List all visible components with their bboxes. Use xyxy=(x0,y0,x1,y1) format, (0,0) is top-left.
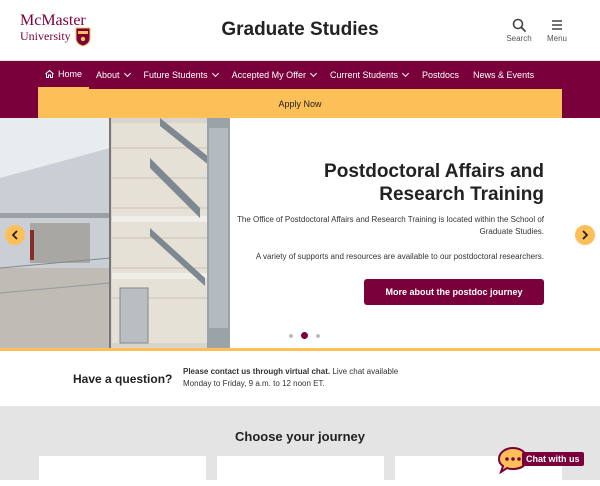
chat-info-bold: Please contact us through virtual chat. xyxy=(183,367,331,376)
carousel-dot-active[interactable] xyxy=(301,332,308,339)
chevron-left-icon xyxy=(11,230,18,240)
menu-label: Menu xyxy=(546,34,567,43)
journey-card[interactable] xyxy=(39,456,206,486)
hamburger-icon xyxy=(552,20,562,30)
nav-item-accepted-my-offer[interactable]: Accepted My Offer xyxy=(225,61,323,89)
nav-item-label: About xyxy=(96,70,120,80)
building-interior-image xyxy=(0,118,230,348)
hero-title: Postdoctoral Affairs and Research Traini… xyxy=(324,161,544,205)
site-header: McMaster University Graduate Studies Sea… xyxy=(0,0,600,61)
home-icon xyxy=(45,70,54,78)
nav-item-label: Accepted My Offer xyxy=(231,70,306,80)
journey-card[interactable] xyxy=(217,456,384,486)
apply-now-button[interactable]: Apply Now xyxy=(38,89,562,118)
chevron-down-icon xyxy=(211,69,219,78)
search-button[interactable]: Search xyxy=(499,18,539,43)
nav-item-label: Future Students xyxy=(143,70,208,80)
chat-info-rest: Live chat available xyxy=(330,367,399,376)
nav-item-postdocs[interactable]: Postdocs xyxy=(415,61,466,89)
postdoc-journey-button[interactable]: More about the postdoc journey xyxy=(364,279,544,305)
question-title: Have a question? xyxy=(73,372,173,386)
carousel-next-button[interactable] xyxy=(575,225,595,245)
nav-items: Home About Future Students Accepted My O… xyxy=(38,61,541,89)
hero-paragraph: A variety of supports and resources are … xyxy=(255,252,544,261)
menu-button[interactable]: Menu xyxy=(537,18,577,43)
crest-icon xyxy=(75,27,91,47)
chat-info-line1: Please contact us through virtual chat. … xyxy=(183,367,398,376)
nav-item-about[interactable]: About xyxy=(89,61,137,89)
site-title[interactable]: Graduate Studies xyxy=(150,19,450,41)
chevron-right-icon xyxy=(582,230,589,240)
chevron-down-icon xyxy=(309,69,318,78)
nav-item-label: Current Students xyxy=(329,70,399,80)
nav-item-home[interactable]: Home xyxy=(38,61,90,89)
carousel-dot[interactable] xyxy=(316,333,320,338)
search-label: Search xyxy=(506,34,532,43)
hero-paragraph: The Office of Postdoctoral Affairs and R… xyxy=(237,215,544,236)
carousel-dot[interactable] xyxy=(289,333,293,338)
carousel-prev-button[interactable] xyxy=(5,225,25,245)
search-icon xyxy=(512,18,526,32)
logo-line2: University xyxy=(20,29,71,43)
hero-photo xyxy=(0,118,230,348)
nav-item-future-students[interactable]: Future Students xyxy=(137,61,225,89)
chat-widget[interactable]: Chat with us xyxy=(498,446,592,474)
chat-label: Chat with us xyxy=(522,452,584,466)
nav-item-label: News & Events xyxy=(473,70,535,80)
nav-item-news-events[interactable]: News & Events xyxy=(466,61,541,89)
carousel-dots xyxy=(285,332,324,339)
chevron-down-icon xyxy=(123,69,131,78)
main-nav: Home About Future Students Accepted My O… xyxy=(0,61,600,118)
hero-carousel: Postdoctoral Affairs and Research Traini… xyxy=(0,118,600,351)
journey-title: Choose your journey xyxy=(234,429,366,444)
nav-item-current-students[interactable]: Current Students xyxy=(323,61,415,89)
nav-item-label: Home xyxy=(58,69,83,79)
mcmaster-logo[interactable]: McMaster University xyxy=(20,13,96,53)
chevron-down-icon xyxy=(401,69,410,78)
chat-hours: Monday to Friday, 9 a.m. to 12 noon ET. xyxy=(183,379,325,388)
question-section: Have a question? Please contact us throu… xyxy=(0,351,600,406)
nav-item-label: Postdocs xyxy=(422,70,460,80)
